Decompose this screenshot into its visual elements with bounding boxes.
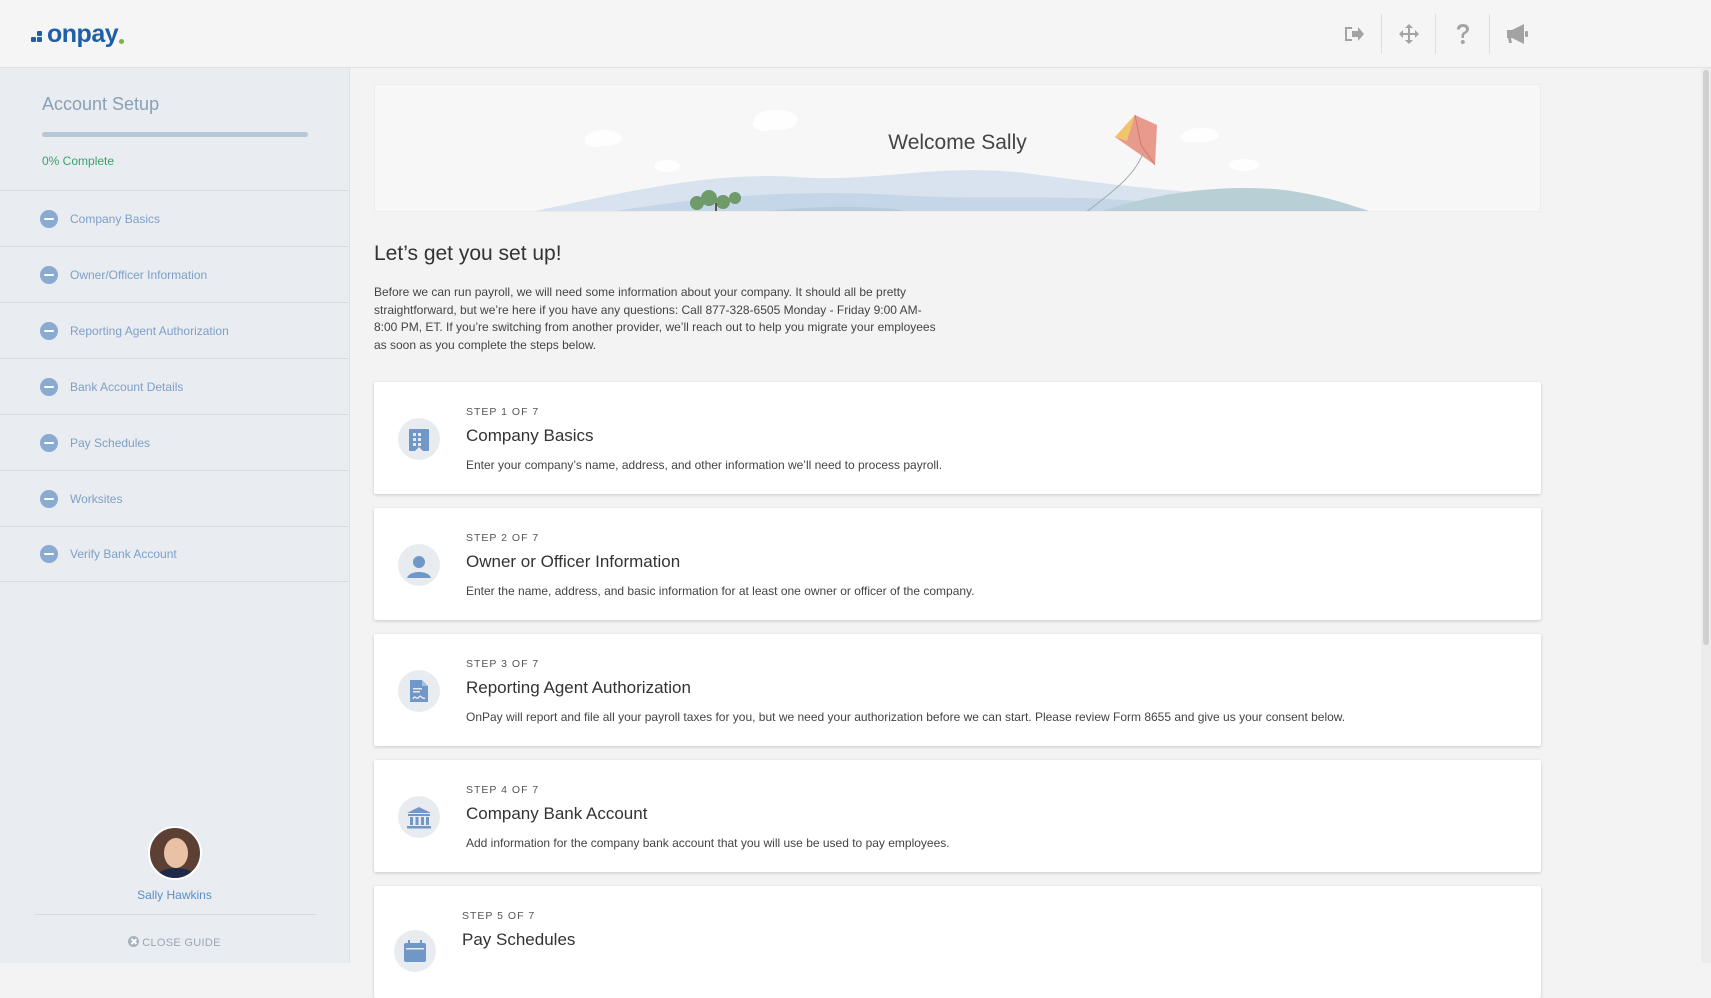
step-description: OnPay will report and file all your payr… [466,710,1346,724]
step-title: Company Basics [466,426,594,445]
step-icon-badge [394,930,436,972]
step-card-bank-account[interactable]: STEP 4 OF 7 Company Bank Account Add inf… [374,760,1541,872]
setup-progress-bar [42,132,308,137]
step-number: STEP 1 OF 7 [466,406,540,418]
sidebar-item-label: Bank Account Details [70,379,184,394]
step-number: STEP 3 OF 7 [466,658,540,670]
person-icon [407,556,431,578]
sidebar-item-owner-officer[interactable]: Owner/Officer Information [0,246,349,302]
minus-circle-icon [40,433,58,452]
step-number: STEP 2 OF 7 [466,532,540,544]
sidebar-item-reporting-agent[interactable]: Reporting Agent Authorization [0,302,349,358]
setup-guide-sidebar: Account Setup 0% Complete Company Basics… [0,68,350,963]
header-actions [1327,14,1543,54]
sidebar-step-list: Company Basics Owner/Officer Information… [0,190,349,582]
progress-label: 0% Complete [42,154,115,168]
sidebar-divider [35,914,316,915]
minus-circle-icon [40,489,58,508]
step-title: Owner or Officer Information [466,552,681,571]
step-title: Company Bank Account [466,804,648,823]
sidebar-item-company-basics[interactable]: Company Basics [0,190,349,246]
step-description: Enter your company’s name, address, and … [466,458,943,472]
sidebar-item-pay-schedules[interactable]: Pay Schedules [0,414,349,470]
main-content: Welcome Sally Let’s get you set up! Befo… [351,68,1711,998]
welcome-title: Welcome Sally [888,131,1027,154]
step-icon-badge [398,796,440,838]
step-title: Reporting Agent Authorization [466,678,691,697]
minus-circle-icon [40,545,58,563]
onpay-logo[interactable]: onpay [31,19,125,49]
move-icon [1398,24,1419,44]
sidebar-item-label: Owner/Officer Information [70,267,208,282]
minus-circle-icon [40,265,58,284]
close-guide-button[interactable]: CLOSE GUIDE [0,936,349,949]
minus-circle-icon [40,377,58,396]
step-number: STEP 4 OF 7 [466,784,540,796]
step-icon-badge [398,670,440,712]
intro-text: Before we can run payroll, we will need … [374,285,936,352]
logo-wordmark: onpay [47,19,119,48]
top-bar: onpay [0,0,1711,68]
step-card-reporting-agent[interactable]: STEP 3 OF 7 Reporting Agent Authorizatio… [374,634,1541,746]
step-card-pay-schedules[interactable]: STEP 5 OF 7 Pay Schedules [374,886,1541,998]
sidebar-item-label: Company Basics [70,211,161,226]
step-description: Enter the name, address, and basic infor… [466,584,975,598]
help-icon [1456,24,1469,44]
step-card-company-basics[interactable]: STEP 1 OF 7 Company Basics Enter your co… [374,382,1541,494]
logout-button[interactable] [1327,14,1381,54]
step-icon-badge [398,418,440,460]
step-number: STEP 5 OF 7 [462,910,536,922]
signed-document-icon [410,680,428,702]
sidebar-item-bank-account[interactable]: Bank Account Details [0,358,349,414]
sidebar-item-label: Pay Schedules [70,435,151,450]
avatar [147,826,202,880]
sidebar-item-verify-bank[interactable]: Verify Bank Account [0,526,349,582]
logo-mark-icon [31,30,45,44]
sidebar-title: Account Setup [42,94,160,114]
user-profile[interactable]: Sally Hawkins [0,826,349,902]
scrollbar-thumb[interactable] [1703,70,1709,645]
sidebar-item-label: Verify Bank Account [70,547,177,561]
welcome-banner: Welcome Sally [374,84,1541,212]
step-card-owner-officer[interactable]: STEP 2 OF 7 Owner or Officer Information… [374,508,1541,620]
minus-circle-icon [40,209,58,228]
step-title: Pay Schedules [462,930,576,949]
user-name: Sally Hawkins [137,888,212,902]
logout-icon [1345,27,1364,41]
building-icon [409,429,429,451]
scrollbar[interactable] [1701,68,1711,963]
close-circle-icon [128,936,140,947]
close-guide-label: CLOSE GUIDE [142,937,221,949]
step-icon-badge [398,544,440,586]
step-description: Add information for the company bank acc… [466,836,950,850]
sidebar-item-label: Reporting Agent Authorization [70,323,229,338]
calendar-icon [404,940,426,962]
help-button[interactable] [1435,14,1489,54]
logo-dot [119,38,125,44]
move-button[interactable] [1381,14,1435,54]
minus-circle-icon [40,321,58,340]
announcements-button[interactable] [1489,14,1543,54]
megaphone-icon [1506,24,1528,44]
sidebar-item-worksites[interactable]: Worksites [0,470,349,526]
page-title: Let’s get you set up! [374,242,562,265]
sidebar-item-label: Worksites [70,491,123,506]
bank-icon [407,807,431,829]
